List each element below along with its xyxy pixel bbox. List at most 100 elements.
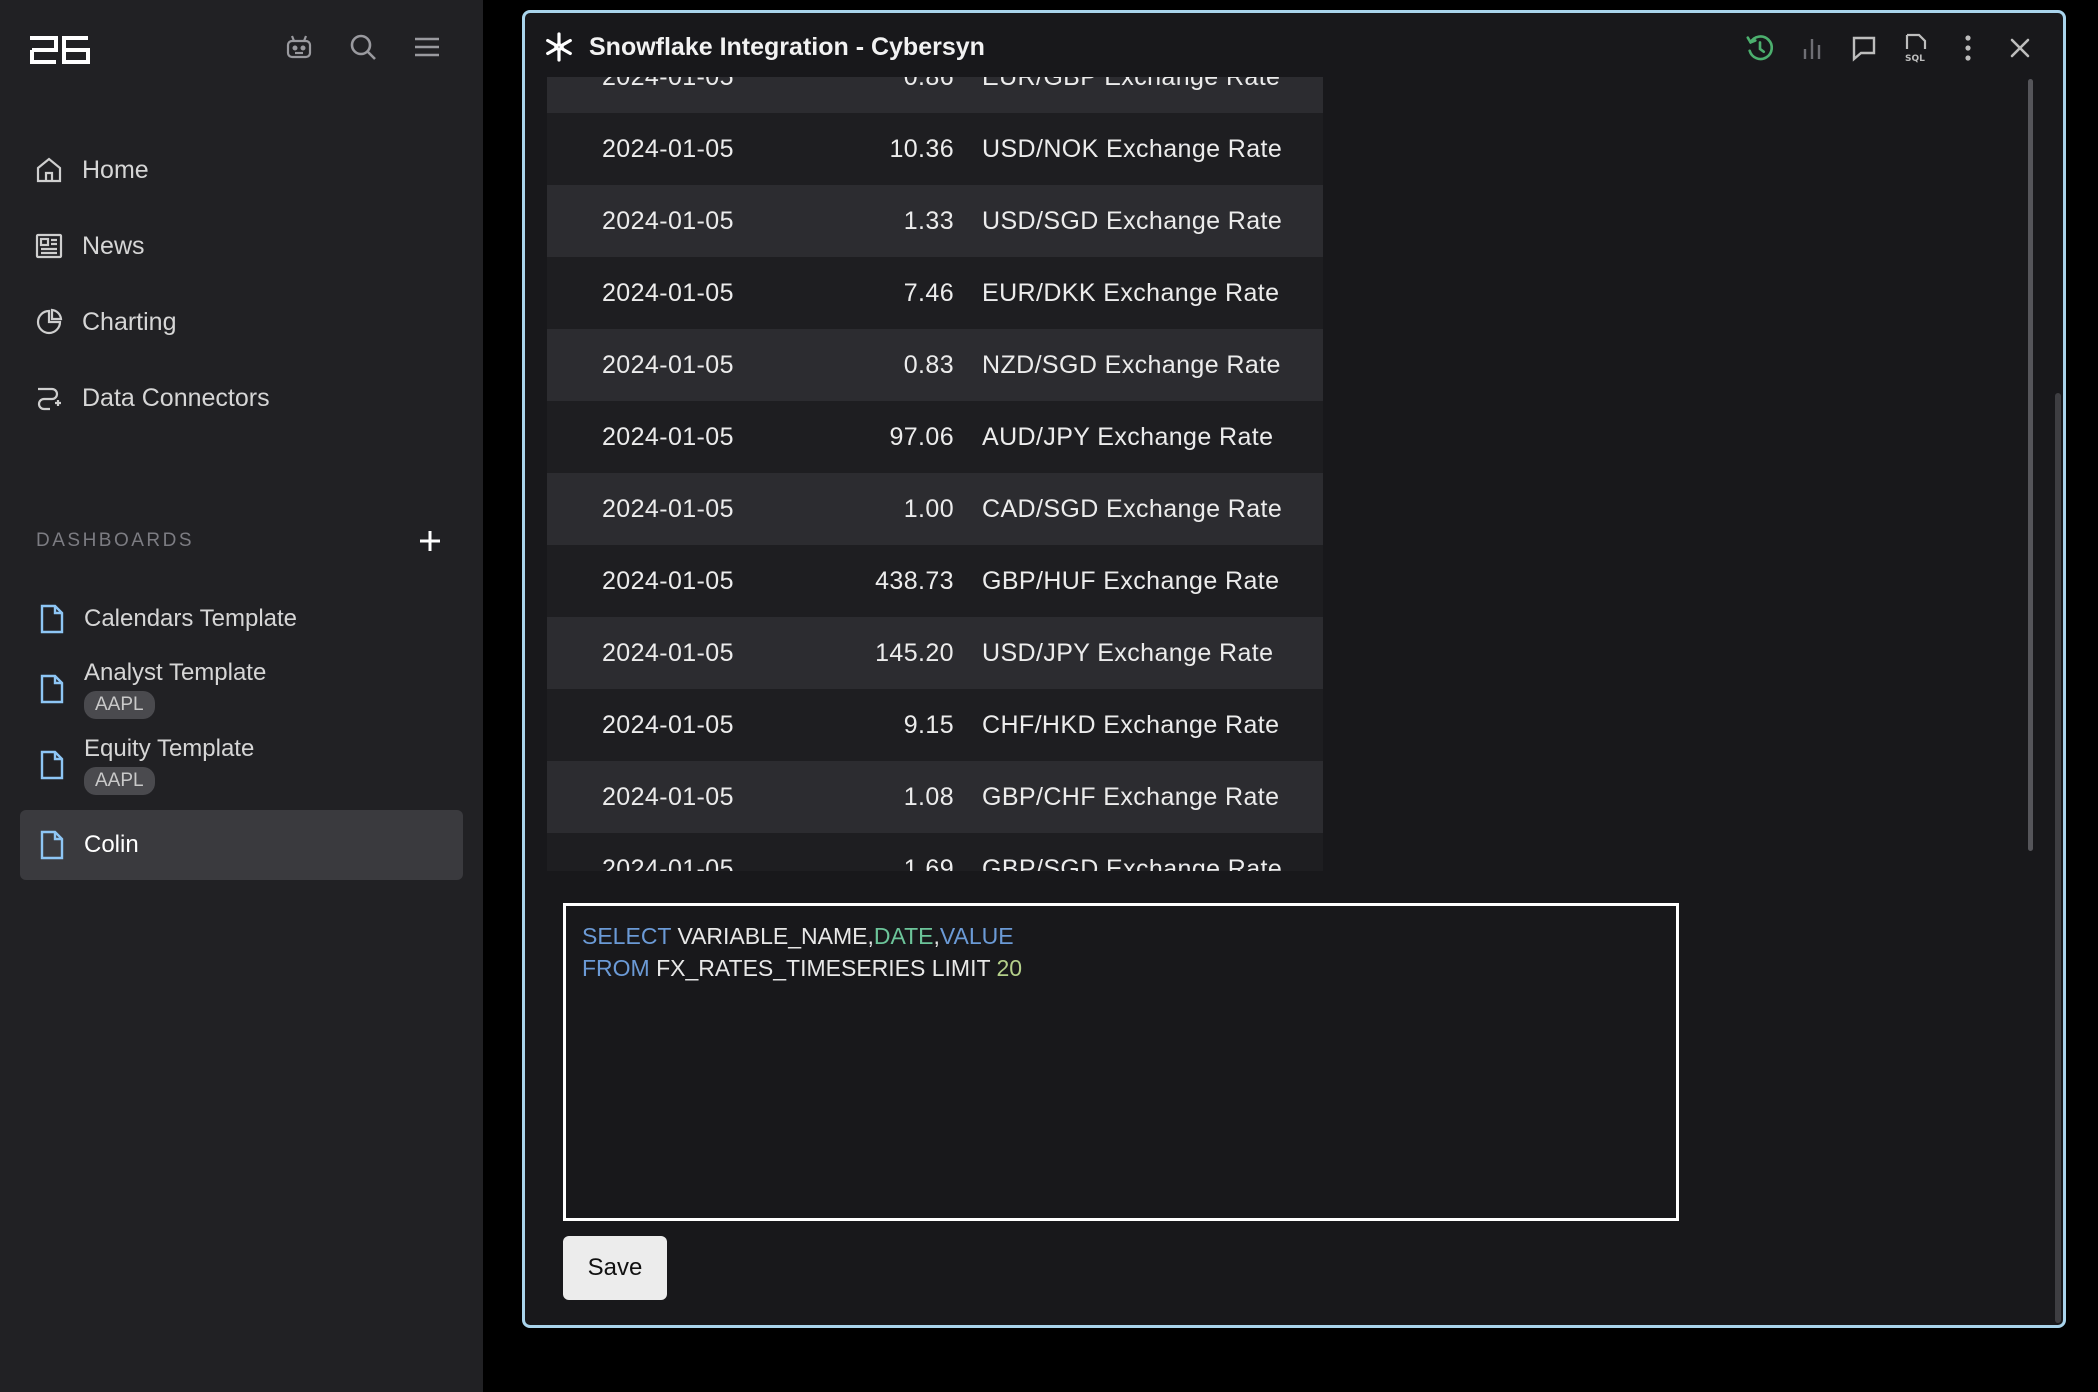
name-cell: USD/JPY Exchange Rate: [982, 638, 1274, 667]
value-cell: 10.36: [889, 134, 954, 163]
data-connectors-icon: [37, 387, 61, 411]
date-cell: 2024-01-05: [602, 566, 734, 595]
widget-scrollbar[interactable]: [2055, 393, 2061, 1323]
name-cell: GBP/CHF Exchange Rate: [982, 782, 1280, 811]
name-cell: NZD/SGD Exchange Rate: [982, 350, 1281, 379]
date-cell: 2024-01-05: [547, 77, 747, 92]
date-cell: 2024-01-05: [602, 710, 734, 739]
sidebar-top-icons: [282, 30, 444, 64]
name-cell: EUR/GBP Exchange Rate: [954, 77, 1280, 92]
close-widget-button[interactable]: [2005, 31, 2035, 65]
table-row[interactable]: 2024-01-05 1.08 GBP/CHF Exchange Rate: [547, 761, 1323, 833]
date-cell: 2024-01-05: [602, 782, 734, 811]
ticker-badge: AAPL: [84, 767, 155, 795]
results-table[interactable]: 2024-01-050.86EUR/GBP Exchange Rate2024-…: [547, 77, 1323, 871]
copilot-robot-icon[interactable]: [282, 30, 316, 64]
value-cell: 7.46: [903, 278, 954, 307]
dashboard-name: Equity Template: [84, 735, 255, 762]
date-cell: 2024-01-05: [602, 422, 734, 451]
dashboard-item-colin[interactable]: Colin: [20, 810, 463, 880]
dashboards-list: Calendars Template Analyst Template AAPL…: [20, 584, 463, 880]
value-cell: 1.33: [903, 206, 954, 235]
date-cell: 2024-01-05: [602, 854, 734, 872]
name-cell: EUR/DKK Exchange Rate: [982, 278, 1280, 307]
dashboards-label: DASHBOARDS: [36, 530, 195, 551]
widget-toolbar: SQL: [1745, 31, 2035, 65]
table-row[interactable]: 2024-01-05 438.73 GBP/HUF Exchange Rate: [547, 545, 1323, 617]
document-icon: [40, 750, 64, 780]
pie-chart-icon: [36, 308, 63, 335]
value-cell: 0.86: [747, 77, 954, 92]
add-dashboard-button[interactable]: [414, 525, 446, 557]
vertical-dots-icon: [1965, 35, 1971, 61]
dashboard-item-equity-template[interactable]: Equity Template AAPL: [20, 728, 463, 802]
table-row[interactable]: 2024-01-05 1.00 CAD/SGD Exchange Rate: [547, 473, 1323, 545]
table-row[interactable]: 2024-01-05 1.33 USD/SGD Exchange Rate: [547, 185, 1323, 257]
widget-title: Snowflake Integration - Cybersyn: [589, 32, 985, 61]
value-cell: 1.69: [903, 854, 954, 872]
name-cell: CHF/HKD Exchange Rate: [982, 710, 1280, 739]
nav-item-news[interactable]: News: [20, 208, 463, 284]
hamburger-menu-icon[interactable]: [410, 30, 444, 64]
dashboard-name: Calendars Template: [84, 605, 298, 632]
nav-item-charting[interactable]: Charting: [20, 284, 463, 360]
dashboards-header: DASHBOARDS: [36, 525, 446, 557]
value-cell: 1.00: [903, 494, 954, 523]
nav-item-label: Data Connectors: [82, 383, 270, 412]
sql-editor[interactable]: SELECT VARIABLE_NAME,DATE,VALUE FROM FX_…: [563, 903, 1679, 1221]
refresh-history-button[interactable]: [1745, 31, 1775, 65]
name-cell: USD/SGD Exchange Rate: [982, 206, 1283, 235]
svg-text:SQL: SQL: [1905, 54, 1925, 63]
close-icon: [2010, 38, 2030, 58]
ticker-badge: AAPL: [84, 691, 155, 719]
date-cell: 2024-01-05: [602, 638, 734, 667]
chart-view-button[interactable]: [1797, 31, 1827, 65]
table-row[interactable]: 2024-01-05 7.46 EUR/DKK Exchange Rate: [547, 257, 1323, 329]
widget-header: Snowflake Integration - Cybersyn: [543, 31, 985, 63]
nav-item-home[interactable]: Home: [20, 132, 463, 208]
comment-icon: [1852, 36, 1876, 62]
value-cell: 97.06: [889, 422, 954, 451]
main-nav: Home News Charting Data Connectors: [20, 132, 463, 436]
sidebar: Home News Charting Data Connectors DASHB…: [0, 0, 483, 1392]
table-row[interactable]: 2024-01-05 0.83 NZD/SGD Exchange Rate: [547, 329, 1323, 401]
dashboard-name: Analyst Template: [84, 659, 267, 686]
value-cell: 1.08: [903, 782, 954, 811]
news-icon: [35, 233, 63, 259]
table-row[interactable]: 2024-01-05 1.69 GBP/SGD Exchange Rate: [547, 833, 1323, 871]
more-options-button[interactable]: [1953, 31, 1983, 65]
sql-editor-button[interactable]: SQL: [1901, 31, 1931, 65]
date-cell: 2024-01-05: [602, 134, 734, 163]
table-row[interactable]: 2024-01-05 97.06 AUD/JPY Exchange Rate: [547, 401, 1323, 473]
date-cell: 2024-01-05: [602, 350, 734, 379]
sql-line-2: FROM FX_RATES_TIMESERIES LIMIT 20: [582, 955, 1023, 981]
save-button[interactable]: Save: [563, 1236, 667, 1300]
document-icon: [40, 830, 64, 860]
name-cell: GBP/HUF Exchange Rate: [982, 566, 1280, 595]
name-cell: AUD/JPY Exchange Rate: [982, 422, 1274, 451]
dashboard-item-analyst-template[interactable]: Analyst Template AAPL: [20, 652, 463, 726]
table-row[interactable]: 2024-01-05 145.20 USD/JPY Exchange Rate: [547, 617, 1323, 689]
comment-button[interactable]: [1849, 31, 1879, 65]
results-table-body: 2024-01-050.86EUR/GBP Exchange Rate2024-…: [547, 77, 1323, 871]
dashboard-item-calendars-template[interactable]: Calendars Template: [20, 588, 463, 650]
date-cell: 2024-01-05: [602, 494, 734, 523]
document-icon: [40, 674, 64, 704]
table-row[interactable]: 2024-01-05 10.36 USD/NOK Exchange Rate: [547, 113, 1323, 185]
document-icon: [40, 604, 64, 634]
plus-icon: [420, 531, 440, 551]
snowflake-widget: Snowflake Integration - Cybersyn SQL 202…: [522, 10, 2066, 1328]
table-scrollbar[interactable]: [2028, 79, 2033, 851]
clock-refresh-icon: [1746, 35, 1774, 61]
table-row[interactable]: 2024-01-05 9.15 CHF/HKD Exchange Rate: [547, 689, 1323, 761]
name-cell: CAD/SGD Exchange Rate: [982, 494, 1283, 523]
home-icon: [36, 157, 62, 183]
table-row[interactable]: 2024-01-050.86EUR/GBP Exchange Rate: [547, 77, 1323, 113]
date-cell: 2024-01-05: [602, 206, 734, 235]
search-icon[interactable]: [346, 30, 380, 64]
nav-item-data-connectors[interactable]: Data Connectors: [20, 360, 463, 436]
value-cell: 0.83: [903, 350, 954, 379]
name-cell: GBP/SGD Exchange Rate: [982, 854, 1283, 872]
name-cell: USD/NOK Exchange Rate: [982, 134, 1283, 163]
app-logo-icon[interactable]: [28, 34, 92, 71]
